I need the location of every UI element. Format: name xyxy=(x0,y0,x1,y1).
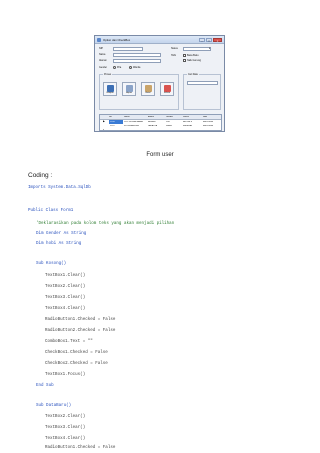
cari-data-group-title: Cari Data xyxy=(187,73,199,76)
grid-header-cell[interactable]: Nama xyxy=(124,116,130,118)
form-titlebar: Option dan CheckBox – □ × xyxy=(95,36,224,44)
label-gender: Gender xyxy=(99,65,107,69)
alamat-input[interactable] xyxy=(113,58,161,63)
label-hobi: Hobi xyxy=(171,54,176,57)
code-line: TextBox2.Clear() xyxy=(45,415,86,419)
code-line: TextBox1.Focus() xyxy=(45,373,86,377)
code-line: RadioButton1.Checked = False xyxy=(45,446,116,450)
maximize-icon[interactable]: □ xyxy=(206,37,212,42)
checkbox-naik-gunung[interactable] xyxy=(183,59,186,62)
radio-pria[interactable] xyxy=(113,65,116,69)
grid-cell[interactable]: Baca Buku xyxy=(203,121,213,123)
grid-header-cell[interactable]: Hobi xyxy=(203,116,207,118)
proses-group: Proses Simpan Hapus Batal Keluar xyxy=(99,73,179,110)
code-comment: 'Deklarasikan pada kolom teks yang akan … xyxy=(36,222,175,226)
label-status: Status xyxy=(171,47,178,50)
radio-wanita[interactable] xyxy=(129,65,132,69)
nama-input[interactable] xyxy=(113,52,161,57)
grid-cell[interactable]: JAKARTA xyxy=(148,125,157,127)
minimize-icon[interactable]: – xyxy=(199,37,205,42)
code-line: TextBox3.Clear() xyxy=(45,426,86,430)
exit-icon xyxy=(163,84,171,92)
code-line: TextBox4.Clear() xyxy=(45,437,86,441)
grid-cell[interactable]: BELUM M xyxy=(183,121,192,123)
checkbox-baca-buku[interactable] xyxy=(183,54,186,57)
code-line: Sub DataBaru() xyxy=(36,404,72,408)
close-icon[interactable]: × xyxy=(213,37,222,42)
grid-cell[interactable]: Pria xyxy=(166,121,170,123)
grid-header-cell[interactable]: NIP xyxy=(109,116,112,118)
code-line: TextBox3.Clear() xyxy=(45,296,86,300)
code-line: CheckBox1.Checked = False xyxy=(45,351,108,355)
checkbox-baca-buku-label: Baca Buku xyxy=(187,54,199,57)
code-line: Dim Gender As String xyxy=(36,232,87,236)
code-line: Dim hobi As String xyxy=(36,242,82,246)
proses-group-title: Proses xyxy=(103,73,113,76)
grid-cell[interactable]: Wanita xyxy=(166,125,172,127)
save-icon xyxy=(106,84,114,92)
new-row-icon: * xyxy=(103,129,105,132)
code-line: RadioButton2.Checked = False xyxy=(45,329,116,333)
radio-wanita-label: Wanita xyxy=(133,65,141,69)
label-alamat: Alamat xyxy=(99,59,107,62)
grid-cell[interactable]: 2222 xyxy=(110,125,115,127)
grid-cell[interactable]: 1122 RUZAM BAHA xyxy=(124,121,147,123)
delete-icon xyxy=(125,84,133,92)
radio-pria-label: Pria xyxy=(117,65,122,69)
cari-data-input[interactable] xyxy=(187,81,218,85)
grid-cell[interactable]: Baca Buku xyxy=(203,125,213,127)
code-line: TextBox2.Clear() xyxy=(45,285,86,289)
code-line: Imports System.Data.SqlDb xyxy=(28,186,91,190)
status-combobox[interactable] xyxy=(183,46,211,51)
code-line: Sub Kosong() xyxy=(36,262,67,266)
data-grid[interactable]: NIP Nama Alamat Gender Status Hobi ▶ 123… xyxy=(99,114,222,131)
grid-header-cell[interactable]: Status xyxy=(183,116,189,118)
checkbox-naik-gunung-label: Naik Gunung xyxy=(187,59,201,62)
app-icon xyxy=(97,38,101,42)
cari-data-group: Cari Data xyxy=(183,73,221,110)
grid-cell[interactable]: 1234 xyxy=(110,121,115,123)
label-nip: NIP xyxy=(99,47,103,50)
code-line: ComboBox1.Text = "" xyxy=(45,340,93,344)
simpan-button[interactable]: Simpan xyxy=(103,82,117,96)
grid-header-cell[interactable]: Alamat xyxy=(148,116,154,118)
grid-cell[interactable]: BEKASI xyxy=(148,121,156,123)
cancel-icon xyxy=(144,84,152,92)
code-line: RadioButton1.Checked = False xyxy=(45,318,116,322)
form-title: Option dan CheckBox xyxy=(103,38,131,42)
chevron-down-icon[interactable]: ▾ xyxy=(209,47,210,50)
code-line: TextBox4.Clear() xyxy=(45,307,86,311)
batal-button[interactable]: Batal xyxy=(141,82,155,96)
table-row[interactable]: * xyxy=(100,129,221,132)
section-heading: Coding : xyxy=(28,172,53,179)
code-line: TextBox1.Clear() xyxy=(45,274,86,278)
label-nama: Nama xyxy=(99,53,106,56)
keluar-button[interactable]: Keluar xyxy=(160,82,174,96)
row-pointer-icon: ▶ xyxy=(103,120,105,123)
code-line: Public Class Form1 xyxy=(28,209,74,213)
code-line: End Sub xyxy=(36,384,54,388)
form-screenshot: Option dan CheckBox – □ × NIP Nama Alama… xyxy=(94,35,225,132)
code-line: CheckBox2.Checked = False xyxy=(45,362,108,366)
grid-header-cell[interactable]: Gender xyxy=(166,116,173,118)
grid-cell[interactable]: MENIKAH xyxy=(183,125,192,127)
hapus-button[interactable]: Hapus xyxy=(122,82,136,96)
nip-input[interactable] xyxy=(113,46,143,51)
figure-caption: Form user xyxy=(146,152,174,158)
grid-cell[interactable]: FLOWSANDRA xyxy=(124,125,147,127)
